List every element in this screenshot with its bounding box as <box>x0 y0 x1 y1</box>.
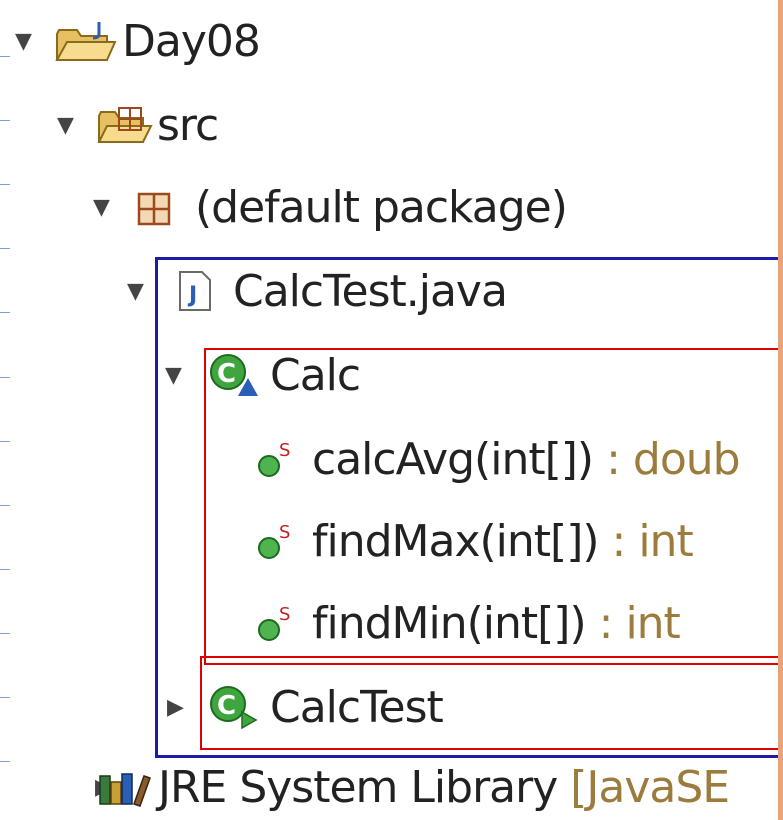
library-name: JRE System Library <box>158 762 571 813</box>
expand-toggle-icon[interactable]: ▼ <box>15 31 32 53</box>
expand-toggle-icon[interactable]: ▼ <box>57 115 74 137</box>
tree-item-jre-library[interactable]: ▶ JRE System Library [JavaSE <box>0 756 783 820</box>
tree-item-label: JRE System Library [JavaSE <box>158 756 730 820</box>
tree-item-label: Day08 <box>122 16 261 67</box>
library-version: [JavaSE <box>570 762 730 813</box>
highlight-box-calc-class <box>204 348 783 665</box>
package-explorer-tree: ▼ Day08 ▼ src ▼ (default package) ▼ J Ca… <box>0 0 783 820</box>
gutter-tick <box>0 248 10 249</box>
tree-item-package[interactable]: ▼ (default package) <box>0 176 783 240</box>
window-edge <box>778 0 783 820</box>
package-icon <box>137 192 171 226</box>
expand-toggle-icon[interactable]: ▼ <box>127 281 144 303</box>
source-folder-icon <box>97 107 153 143</box>
project-folder-icon <box>55 22 117 61</box>
library-icon <box>99 773 151 807</box>
expand-toggle-icon[interactable]: ▼ <box>93 197 110 219</box>
tree-item-label: (default package) <box>195 182 568 233</box>
tree-item-project[interactable]: ▼ Day08 <box>0 10 783 74</box>
tree-item-src[interactable]: ▼ src <box>0 94 783 158</box>
tree-item-label: src <box>157 100 219 151</box>
highlight-box-calctest-class <box>200 656 783 750</box>
gutter-tick <box>0 505 10 506</box>
